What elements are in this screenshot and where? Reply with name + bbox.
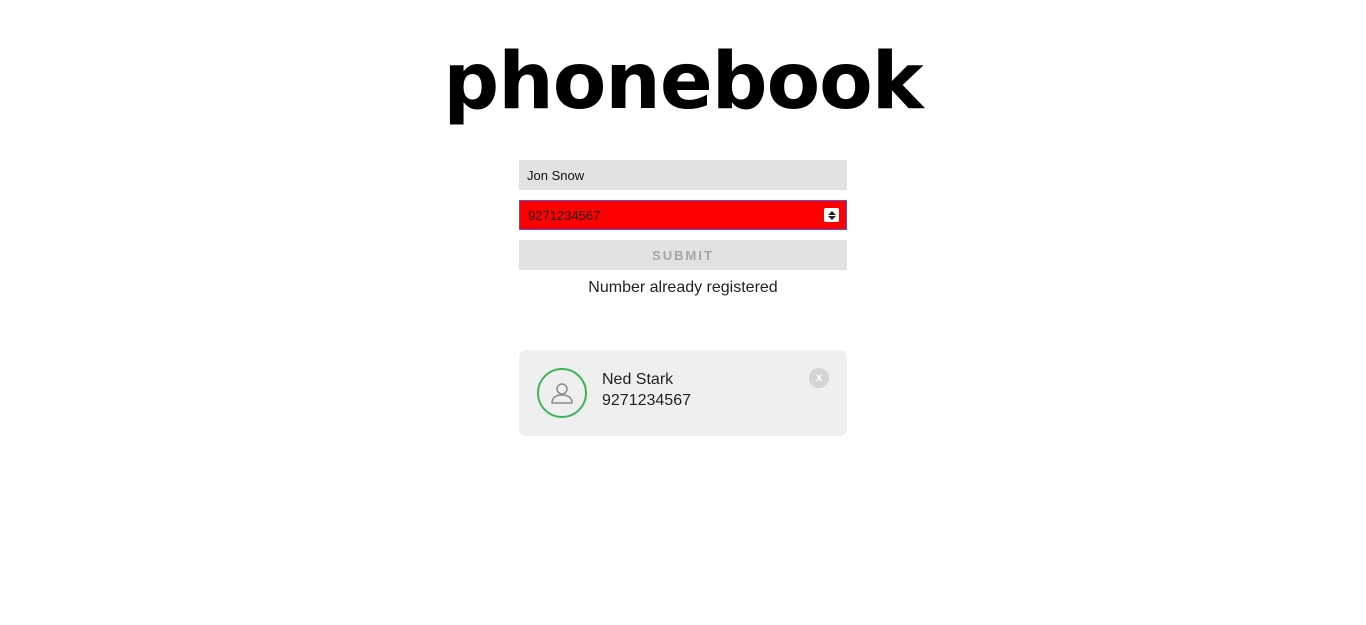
phone-input[interactable]: 9271234567 [519, 200, 847, 230]
name-input[interactable]: Jon Snow [519, 160, 847, 190]
contact-phone: 9271234567 [602, 392, 691, 409]
contact-name: Ned Stark [602, 371, 674, 388]
submit-button[interactable]: SUBMIT [519, 240, 847, 270]
page-title: phonebook [443, 37, 923, 127]
avatar [537, 368, 587, 418]
close-icon: x [815, 371, 823, 384]
contact-card: Ned Stark 9271234567 x [519, 350, 847, 436]
number-spinner[interactable] [824, 208, 839, 222]
contact-form: Jon Snow 9271234567 SUBMIT Number alread… [519, 160, 847, 297]
name-input-value: Jon Snow [527, 167, 585, 183]
page: phonebook Jon Snow 9271234567 SUBMIT Num… [0, 0, 1366, 625]
spinner-up-icon[interactable] [827, 210, 836, 215]
error-message: Number already registered [588, 279, 778, 296]
spinner-down-icon[interactable] [827, 215, 836, 220]
phone-input-value: 9271234567 [528, 207, 601, 223]
user-icon [551, 383, 573, 404]
delete-contact-button[interactable]: x [809, 368, 829, 388]
